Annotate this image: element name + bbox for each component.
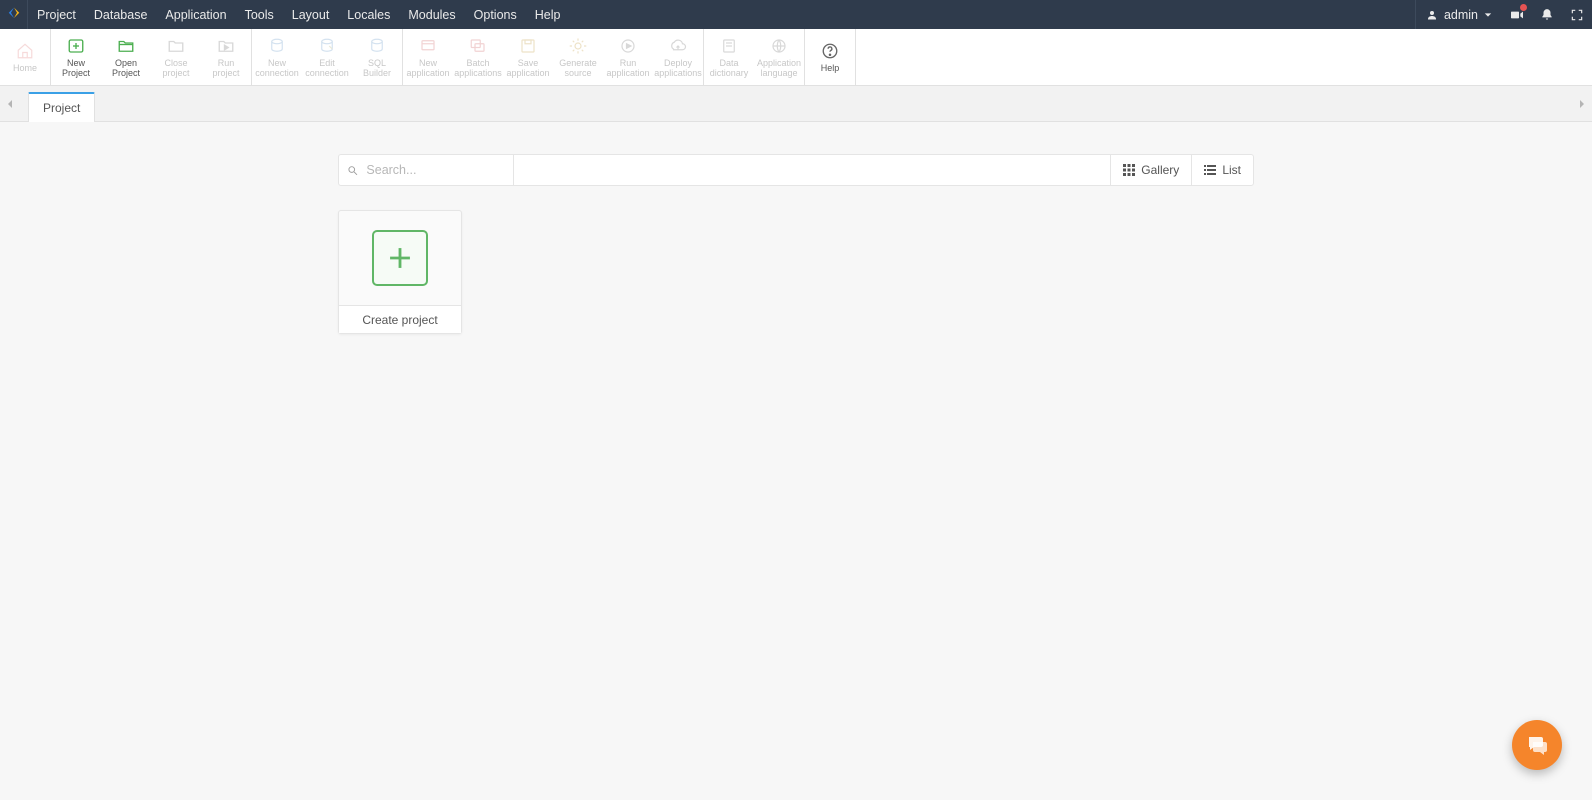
tool-label: SQL Builder (363, 58, 391, 78)
tool-label: New Project (62, 58, 90, 78)
tool-close-project: Close project (151, 29, 201, 85)
deploy-icon (668, 36, 688, 56)
tool-label: Help (821, 63, 840, 73)
run-project-icon (216, 36, 236, 56)
tool-label: Home (13, 63, 37, 73)
user-name: admin (1444, 8, 1478, 22)
tool-run-app: Run application (603, 29, 653, 85)
tool-label: Run project (212, 58, 239, 78)
tool-open-project[interactable]: Open Project (101, 29, 151, 85)
tool-batch-app: Batch applications (453, 29, 503, 85)
chat-icon (1525, 733, 1549, 757)
search-box (339, 155, 514, 185)
tool-label: Data dictionary (710, 58, 749, 78)
tab-bar: Project (0, 86, 1592, 122)
chevron-left-icon (7, 99, 13, 109)
tool-run-project: Run project (201, 29, 251, 85)
view-gallery-label: Gallery (1141, 163, 1179, 177)
video-button[interactable] (1502, 0, 1532, 29)
tool-new-conn: New connection (252, 29, 302, 85)
tool-label: Run application (606, 58, 649, 78)
notification-dot-icon (1520, 4, 1527, 11)
tool-label: New application (406, 58, 449, 78)
close-project-icon (166, 36, 186, 56)
new-conn-icon (267, 36, 287, 56)
main-toolbar: Home New Project Open Project Close project… (0, 29, 1592, 86)
gen-source-icon (568, 36, 588, 56)
tool-label: Save application (506, 58, 549, 78)
search-icon (347, 164, 358, 177)
card-label: Create project (339, 305, 461, 333)
tab-project[interactable]: Project (28, 92, 95, 122)
tool-app-lang: Application language (754, 29, 804, 85)
tool-gen-source: Generate source (553, 29, 603, 85)
plus-icon (372, 230, 428, 286)
help-icon (820, 41, 840, 61)
top-menubar: ProjectDatabaseApplicationToolsLayoutLoc… (0, 0, 1592, 29)
data-dict-icon (719, 36, 739, 56)
tool-label: Edit connection (305, 58, 349, 78)
menu-item-project[interactable]: Project (28, 0, 85, 29)
new-app-icon (418, 36, 438, 56)
tool-label: Deploy applications (654, 58, 702, 78)
user-menu[interactable]: admin (1415, 0, 1502, 29)
menu-item-options[interactable]: Options (465, 0, 526, 29)
view-list-label: List (1222, 163, 1241, 177)
app-logo[interactable] (0, 0, 28, 29)
tool-edit-conn: Edit connection (302, 29, 352, 85)
content-area: Gallery List Create project (0, 122, 1592, 334)
chevron-right-icon (1579, 99, 1585, 109)
user-icon (1426, 9, 1438, 21)
menu-item-modules[interactable]: Modules (399, 0, 464, 29)
logo-icon (5, 6, 23, 24)
notifications-button[interactable] (1532, 0, 1562, 29)
menu-item-database[interactable]: Database (85, 0, 157, 29)
open-project-icon (116, 36, 136, 56)
menu-item-application[interactable]: Application (156, 0, 235, 29)
view-gallery-button[interactable]: Gallery (1110, 155, 1191, 185)
save-app-icon (518, 36, 538, 56)
tool-home: Home (0, 29, 50, 85)
create-project-card[interactable]: Create project (338, 210, 462, 334)
list-icon (1204, 164, 1216, 176)
new-project-icon (66, 36, 86, 56)
tab-scroll-right[interactable] (1572, 86, 1592, 121)
edit-conn-icon (317, 36, 337, 56)
tool-help[interactable]: Help (805, 29, 855, 85)
view-list-button[interactable]: List (1191, 155, 1253, 185)
caret-down-icon (1484, 11, 1492, 19)
tool-new-app: New application (403, 29, 453, 85)
sql-icon (367, 36, 387, 56)
grid-icon (1123, 164, 1135, 176)
tool-label: Batch applications (454, 58, 502, 78)
menu-item-locales[interactable]: Locales (338, 0, 399, 29)
search-row: Gallery List (338, 154, 1254, 186)
tool-data-dict: Data dictionary (704, 29, 754, 85)
tool-label: Open Project (112, 58, 140, 78)
app-lang-icon (769, 36, 789, 56)
tool-label: Generate source (559, 58, 597, 78)
tool-new-project[interactable]: New Project (51, 29, 101, 85)
bell-icon (1540, 8, 1554, 22)
search-input[interactable] (366, 163, 505, 177)
batch-app-icon (468, 36, 488, 56)
tool-deploy: Deploy applications (653, 29, 703, 85)
menu-item-help[interactable]: Help (526, 0, 570, 29)
tool-label: Close project (162, 58, 189, 78)
run-app-icon (618, 36, 638, 56)
menu-item-layout[interactable]: Layout (283, 0, 339, 29)
tab-scroll-left[interactable] (0, 86, 20, 121)
project-gallery: Create project (338, 210, 1254, 334)
expand-icon (1570, 8, 1584, 22)
tool-sql: SQL Builder (352, 29, 402, 85)
tool-label: Application language (757, 58, 801, 78)
menu-item-tools[interactable]: Tools (236, 0, 283, 29)
chat-fab[interactable] (1512, 720, 1562, 770)
tool-label: New connection (255, 58, 299, 78)
home-icon (15, 41, 35, 61)
tool-save-app: Save application (503, 29, 553, 85)
fullscreen-button[interactable] (1562, 0, 1592, 29)
